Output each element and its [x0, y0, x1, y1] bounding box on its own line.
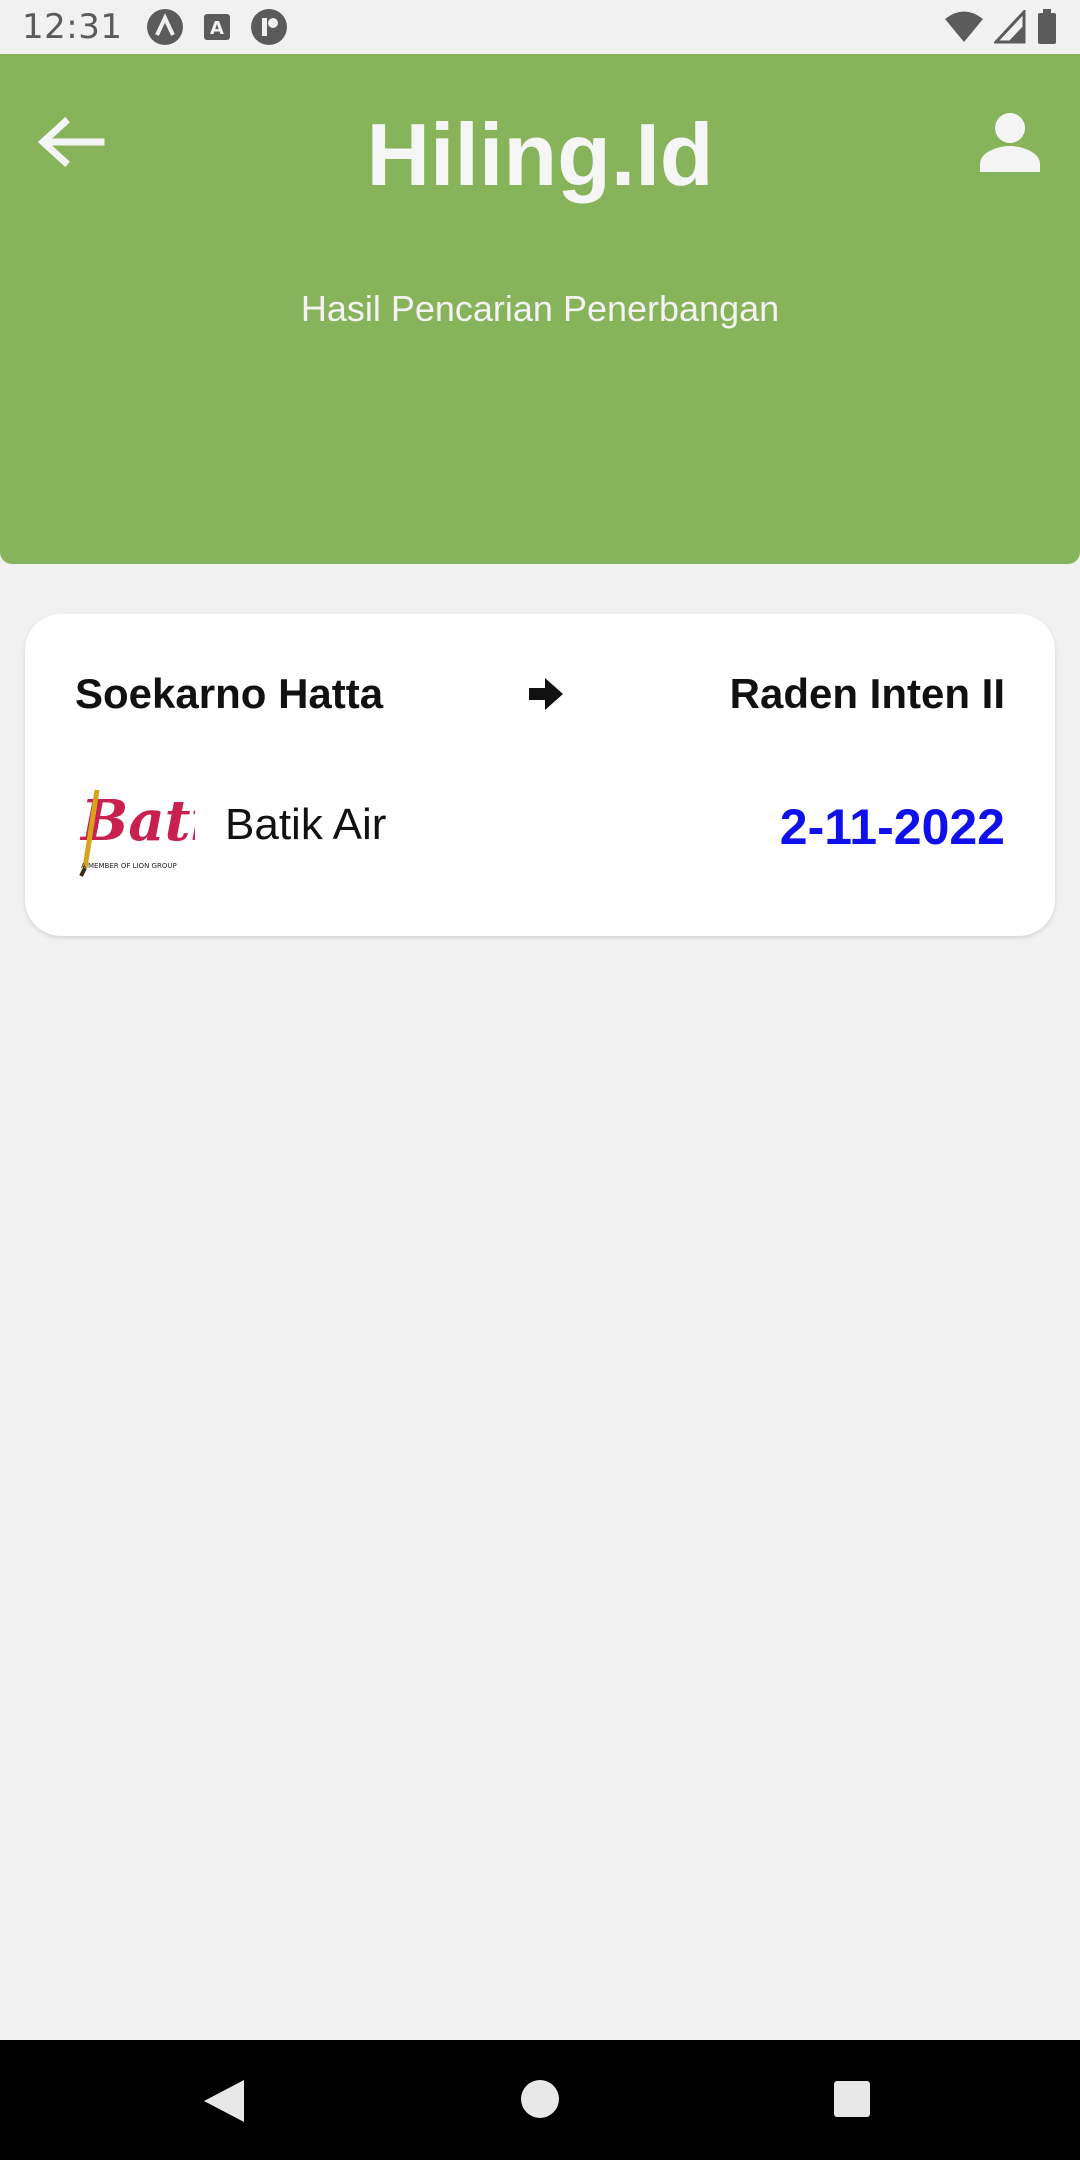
home-circle-icon[interactable] — [521, 2080, 559, 2118]
flight-date: 2-11-2022 — [779, 799, 1005, 855]
back-triangle-icon[interactable] — [202, 2078, 246, 2124]
origin-airport: Soekarno Hatta — [75, 670, 384, 717]
logo-tagline: A MEMBER OF LION GROUP — [81, 862, 177, 870]
airline-name: Batik Air — [225, 800, 387, 849]
cell-signal-icon — [994, 10, 1026, 44]
page-subtitle: Hasil Pencarian Penerbangan — [300, 288, 780, 329]
app-title: Hiling.Id — [366, 105, 714, 204]
person-icon — [980, 113, 1040, 172]
header: Hiling.Id Hasil Pencarian Penerbangan — [0, 54, 1080, 564]
destination-airport: Raden Inten II — [729, 670, 1005, 717]
svg-text:A: A — [211, 18, 225, 39]
android-notification-icon — [146, 8, 184, 46]
pause-notification-icon — [250, 8, 288, 46]
wifi-icon — [944, 10, 984, 44]
system-nav-bar — [0, 2040, 1080, 2160]
profile-button[interactable] — [970, 102, 1050, 182]
a-box-notification-icon: A — [202, 12, 232, 42]
status-time: 12:31 — [22, 7, 123, 47]
status-bar: 12:31 A — [0, 0, 1080, 54]
system-status-icons — [944, 9, 1058, 45]
recents-square-icon[interactable] — [834, 2081, 870, 2117]
arrow-right-icon — [529, 678, 563, 710]
notification-icons: A — [146, 8, 288, 46]
airline-logo: Batik A MEMBER OF LION GROUP — [75, 772, 251, 882]
battery-icon — [1036, 9, 1058, 45]
flight-result-card[interactable]: Soekarno Hatta Raden Inten II Batik A ME… — [25, 614, 1055, 936]
